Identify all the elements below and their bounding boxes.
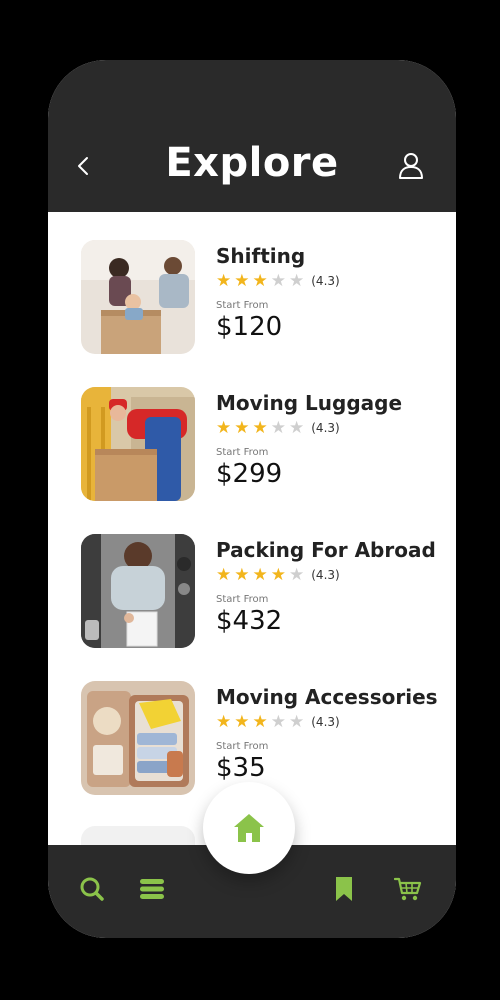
search-button[interactable] (74, 871, 110, 907)
rating-value: (4.3) (311, 274, 340, 288)
service-card[interactable]: Packing For Abroad ★ ★ ★ ★ ★ (4.3) Start… (81, 534, 451, 649)
rating: ★ ★ ★ ★ ★ (4.3) (216, 566, 456, 584)
star-icon: ★ (216, 271, 232, 291)
star-icon: ★ (234, 565, 250, 585)
star-icon: ★ (270, 565, 286, 585)
service-name: Moving Luggage (216, 391, 403, 415)
rating: ★ ★ ★ ★ ★ (4.3) (216, 272, 456, 290)
service-price: $120 (216, 312, 283, 342)
star-icon: ★ (234, 712, 250, 732)
service-image (81, 534, 195, 648)
star-icon: ★ (270, 418, 286, 438)
star-icon: ★ (270, 271, 286, 291)
star-icon: ★ (234, 271, 250, 291)
service-card[interactable]: Moving Luggage ★ ★ ★ ★ ★ (4.3) Start Fro… (81, 387, 451, 502)
service-price: $299 (216, 459, 283, 489)
rating-value: (4.3) (311, 421, 340, 435)
star-icon: ★ (289, 418, 305, 438)
service-price: $35 (216, 753, 266, 783)
service-price: $432 (216, 606, 283, 636)
search-icon (80, 877, 104, 901)
start-from-label: Start From (216, 594, 269, 605)
service-card[interactable]: Moving Accessories ★ ★ ★ ★ ★ (4.3) Start… (81, 681, 451, 796)
service-image (81, 681, 195, 795)
start-from-label: Start From (216, 447, 269, 458)
star-icon: ★ (289, 271, 305, 291)
service-name: Moving Accessories (216, 685, 438, 709)
app-header: Explore (48, 60, 456, 212)
home-icon (234, 814, 264, 842)
rating-value: (4.3) (311, 715, 340, 729)
start-from-label: Start From (216, 741, 269, 752)
phone-frame: Explore Shifting ★ ★ ★ ★ ★ (4.3) Start F… (48, 60, 456, 938)
user-icon (399, 153, 423, 179)
star-icon: ★ (252, 418, 268, 438)
bookmark-button[interactable] (326, 871, 362, 907)
service-image (81, 240, 195, 354)
cart-button[interactable] (390, 871, 426, 907)
service-card[interactable]: Shifting ★ ★ ★ ★ ★ (4.3) Start From $120 (81, 240, 451, 355)
star-icon: ★ (216, 565, 232, 585)
start-from-label: Start From (216, 300, 269, 311)
star-icon: ★ (252, 565, 268, 585)
bookmark-icon (336, 877, 352, 901)
star-icon: ★ (289, 712, 305, 732)
star-icon: ★ (216, 418, 232, 438)
home-button[interactable] (203, 782, 295, 874)
star-icon: ★ (252, 271, 268, 291)
star-icon: ★ (270, 712, 286, 732)
star-icon: ★ (234, 418, 250, 438)
service-image (81, 387, 195, 501)
cart-icon (394, 877, 422, 901)
star-icon: ★ (216, 712, 232, 732)
star-icon: ★ (252, 712, 268, 732)
service-name: Shifting (216, 244, 306, 268)
rating-value: (4.3) (311, 568, 340, 582)
service-name: Packing For Abroad (216, 538, 436, 562)
profile-button[interactable] (396, 150, 426, 182)
menu-button[interactable] (134, 871, 170, 907)
menu-icon (140, 879, 164, 899)
page-title: Explore (165, 140, 339, 186)
star-icon: ★ (289, 565, 305, 585)
rating: ★ ★ ★ ★ ★ (4.3) (216, 713, 456, 731)
rating: ★ ★ ★ ★ ★ (4.3) (216, 419, 456, 437)
